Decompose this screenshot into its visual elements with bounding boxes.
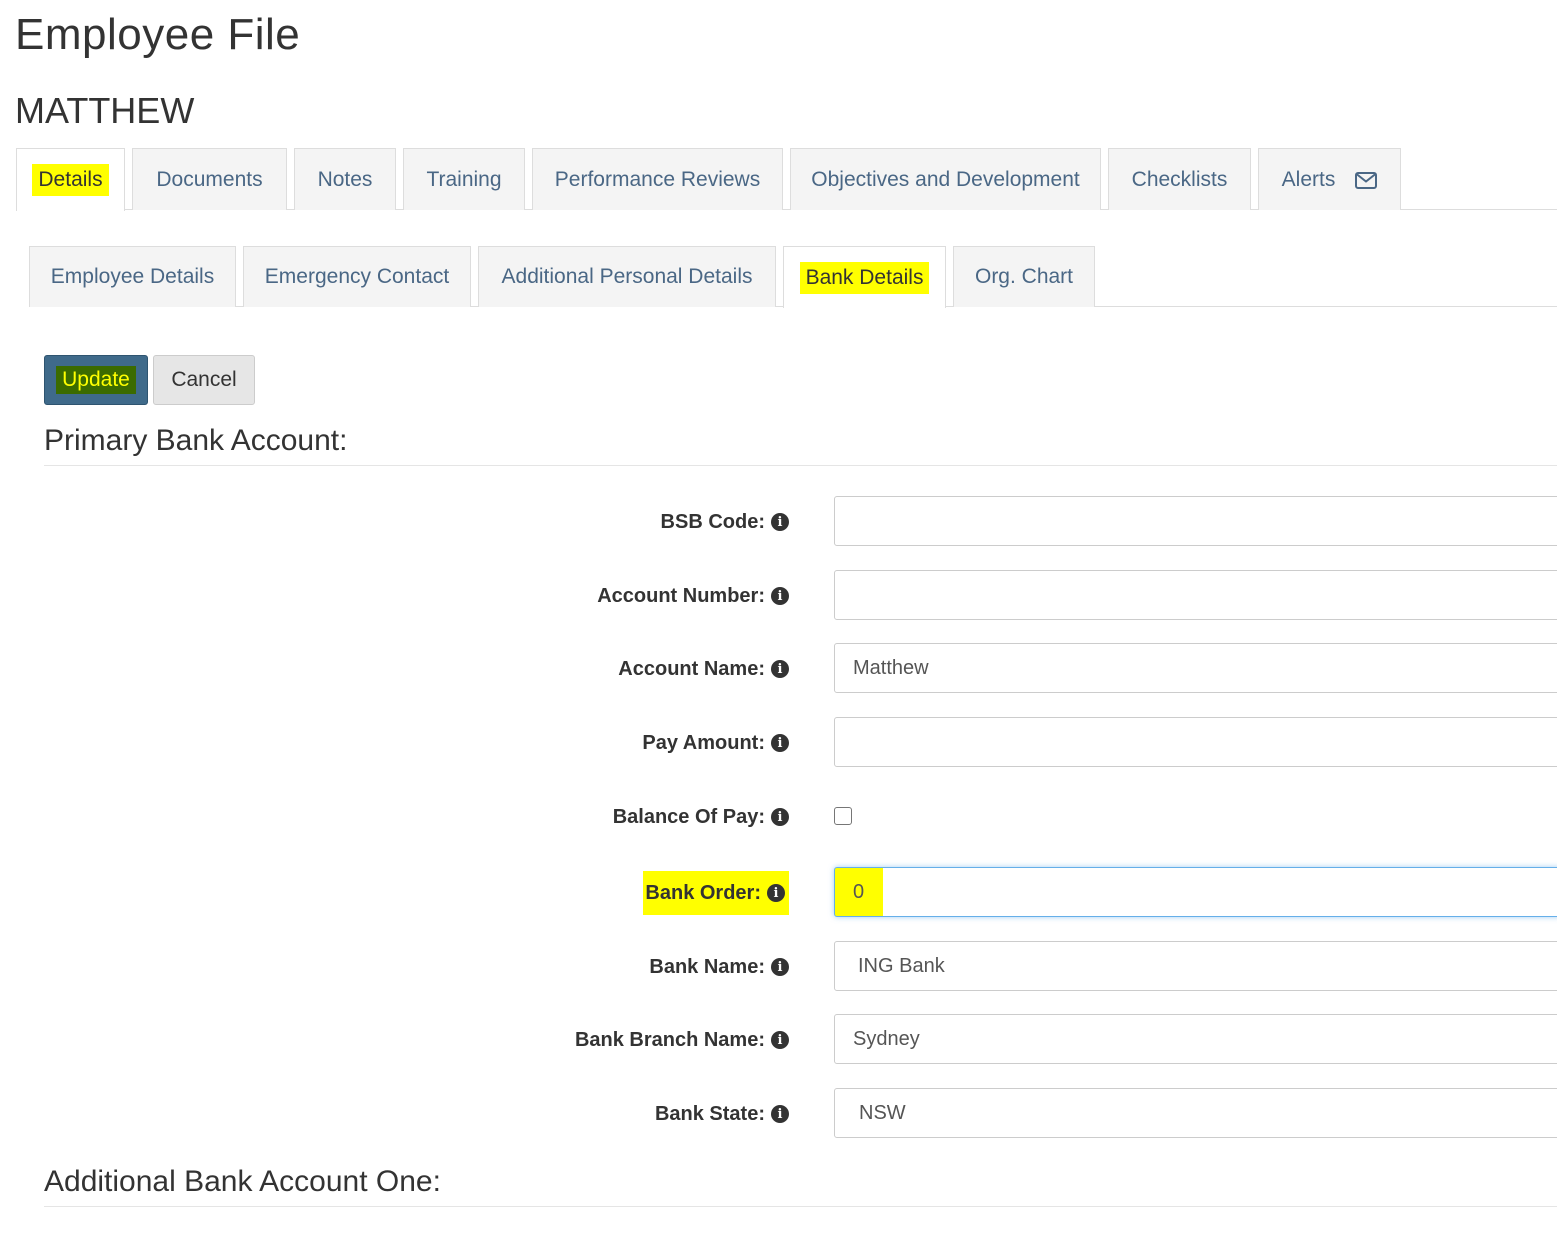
- balance-of-pay-label: Balance Of Pay: i: [613, 791, 789, 843]
- tab-notes[interactable]: Notes: [294, 148, 396, 210]
- info-icon[interactable]: i: [771, 513, 789, 531]
- update-button-label: Update: [56, 366, 136, 394]
- tab-documents-label: Documents: [156, 167, 263, 191]
- bsb-code-row: BSB Code: i: [0, 496, 1557, 548]
- info-icon[interactable]: i: [771, 1031, 789, 1049]
- account-number-label: Account Number: i: [597, 570, 789, 622]
- envelope-icon: [1355, 171, 1378, 189]
- tab-training[interactable]: Training: [403, 148, 525, 210]
- info-icon[interactable]: i: [771, 1105, 789, 1123]
- tab-documents[interactable]: Documents: [132, 148, 287, 210]
- tab-alerts-label: Alerts: [1281, 167, 1336, 191]
- sub-tabs: Employee Details Emergency Contact Addit…: [29, 246, 1102, 308]
- employee-name-text: MATTHEW: [15, 90, 195, 131]
- balance-of-pay-row: Balance Of Pay: i: [0, 791, 1557, 843]
- account-name-label: Account Name: i: [618, 643, 789, 695]
- tab-checklists[interactable]: Checklists: [1108, 148, 1251, 210]
- tab-details-label: Details: [32, 164, 109, 196]
- employee-name: MATTHEW: [15, 90, 194, 132]
- info-icon[interactable]: i: [771, 958, 789, 976]
- bank-name-label: Bank Name: i: [649, 941, 789, 993]
- tab-objectives-label: Objectives and Development: [811, 167, 1080, 191]
- subtab-bank-details-label: Bank Details: [799, 261, 930, 294]
- tab-notes-label: Notes: [317, 167, 373, 191]
- page-title: Employee File: [15, 10, 301, 59]
- bank-order-row: Bank Order: i: [0, 867, 1557, 919]
- bank-name-row: Bank Name: i: [0, 941, 1557, 993]
- tab-details[interactable]: Details: [16, 148, 125, 211]
- tab-performance-reviews-label: Performance Reviews: [554, 167, 761, 191]
- tab-checklists-label: Checklists: [1131, 167, 1228, 191]
- bank-branch-name-input[interactable]: [834, 1014, 1557, 1064]
- update-button[interactable]: Update: [44, 355, 148, 405]
- info-icon[interactable]: i: [771, 660, 789, 678]
- pay-amount-input[interactable]: [834, 717, 1557, 767]
- bank-branch-name-label: Bank Branch Name: i: [575, 1014, 789, 1066]
- balance-of-pay-checkbox[interactable]: [834, 807, 852, 825]
- tab-alerts[interactable]: Alerts: [1258, 148, 1401, 210]
- info-icon[interactable]: i: [771, 734, 789, 752]
- account-name-row: Account Name: i: [0, 643, 1557, 695]
- primary-section-divider: [44, 465, 1557, 466]
- account-number-input[interactable]: [834, 570, 1557, 620]
- info-icon[interactable]: i: [771, 587, 789, 605]
- bank-branch-name-row: Bank Branch Name: i: [0, 1014, 1557, 1066]
- pay-amount-label: Pay Amount: i: [642, 717, 789, 769]
- info-icon[interactable]: i: [771, 808, 789, 826]
- account-name-input[interactable]: [834, 643, 1557, 693]
- subtab-org-chart[interactable]: Org. Chart: [953, 246, 1095, 307]
- subtab-bank-details[interactable]: Bank Details: [783, 246, 946, 308]
- subtab-emergency-contact-label: Emergency Contact: [264, 265, 450, 288]
- bank-state-row: Bank State: i: [0, 1088, 1557, 1140]
- tab-training-label: Training: [426, 167, 502, 191]
- main-tabs: Details Documents Notes Training Perform…: [16, 148, 1408, 211]
- info-icon[interactable]: i: [767, 884, 785, 902]
- tab-performance-reviews[interactable]: Performance Reviews: [532, 148, 783, 210]
- additional-bank-account-heading: Additional Bank Account One:: [44, 1165, 441, 1198]
- subtab-employee-details-label: Employee Details: [50, 265, 215, 288]
- account-number-row: Account Number: i: [0, 570, 1557, 622]
- cancel-button-label: Cancel: [171, 368, 237, 391]
- tab-objectives-and-development[interactable]: Objectives and Development: [790, 148, 1101, 210]
- bank-order-label: Bank Order: i: [643, 871, 789, 915]
- bank-state-input[interactable]: [834, 1088, 1557, 1138]
- subtab-emergency-contact[interactable]: Emergency Contact: [243, 246, 471, 307]
- primary-bank-account-heading: Primary Bank Account:: [44, 424, 348, 457]
- pay-amount-row: Pay Amount: i: [0, 717, 1557, 769]
- subtab-org-chart-label: Org. Chart: [974, 265, 1074, 288]
- cancel-button[interactable]: Cancel: [153, 355, 255, 405]
- subtab-additional-personal-details[interactable]: Additional Personal Details: [478, 246, 776, 307]
- bank-state-label: Bank State: i: [655, 1088, 789, 1140]
- bank-order-input[interactable]: [834, 867, 1557, 917]
- bank-name-input[interactable]: [834, 941, 1557, 991]
- additional-section-divider: [44, 1206, 1557, 1207]
- subtab-additional-personal-details-label: Additional Personal Details: [501, 265, 753, 288]
- bsb-code-input[interactable]: [834, 496, 1557, 546]
- subtab-employee-details[interactable]: Employee Details: [29, 246, 236, 307]
- bsb-code-label: BSB Code: i: [661, 496, 789, 548]
